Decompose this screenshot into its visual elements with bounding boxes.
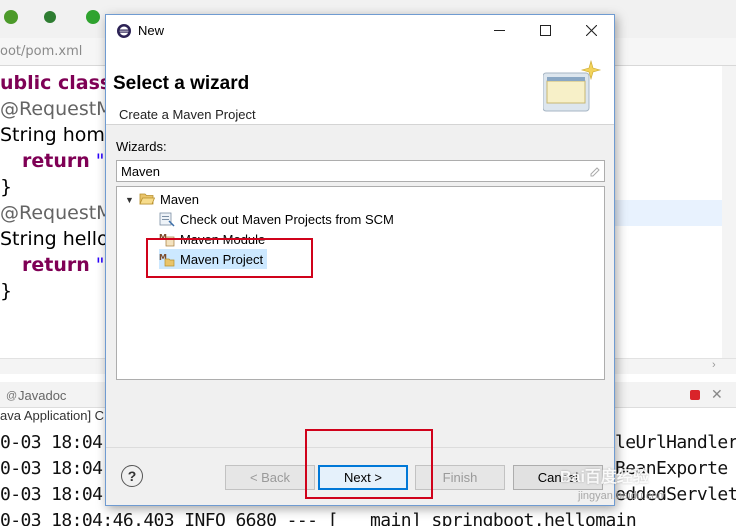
run-icon[interactable] (86, 10, 100, 24)
code-line: } (0, 176, 13, 198)
code-line: @RequestM (0, 98, 113, 120)
current-line-highlight (614, 200, 736, 226)
close-button[interactable] (568, 15, 614, 45)
debug-icon[interactable] (44, 11, 56, 23)
wizard-filter-input[interactable] (116, 160, 605, 182)
back-button[interactable]: < Back (225, 465, 315, 490)
page-subtitle: Create a Maven Project (119, 107, 256, 122)
next-button-highlight-box (305, 429, 433, 499)
checkout-project-icon (159, 212, 175, 227)
remove-launch-icon[interactable]: ✕ (711, 386, 723, 403)
chevron-right-icon[interactable]: › (712, 359, 716, 371)
page-title: Select a wizard (113, 73, 250, 94)
tab-javadoc[interactable]: Javadoc (18, 388, 66, 403)
chevron-down-icon[interactable]: ▼ (125, 195, 134, 205)
wizard-tree[interactable]: ▼ Maven Check out Maven Projects from SC… (116, 186, 605, 380)
editor-vertical-scrollbar[interactable] (722, 66, 736, 366)
wizards-label: Wizards: (116, 139, 167, 154)
close-icon (585, 24, 597, 36)
terminate-icon[interactable] (690, 390, 700, 400)
folder-open-icon (139, 193, 155, 205)
tree-item-checkout-scm[interactable]: Check out Maven Projects from SCM (159, 209, 394, 229)
eclipse-icon (117, 24, 131, 38)
clear-filter-icon[interactable] (589, 165, 601, 177)
dialog-titlebar[interactable]: New (106, 15, 614, 47)
tree-item-label: Maven (160, 191, 200, 207)
help-button[interactable]: ? (121, 465, 143, 487)
tree-item-label: Check out Maven Projects from SCM (180, 211, 394, 227)
javadoc-icon: @ (6, 390, 18, 402)
console-title: ava Application] C: (0, 408, 108, 423)
log-line: main] springboot.hellomain (370, 510, 637, 526)
editor-tab-pom[interactable]: oot/pom.xml (0, 44, 82, 59)
dialog-title: New (138, 23, 165, 38)
maven-project-highlight-box (146, 238, 313, 278)
refresh-icon[interactable] (4, 10, 18, 24)
baidu-watermark-url: jingyan.baidu.com (578, 490, 667, 502)
code-line: return "h (22, 254, 117, 276)
wizard-header: Select a wizard Create a Maven Project (106, 47, 614, 125)
code-line: String home (0, 124, 117, 146)
tree-item-maven-folder[interactable]: Maven (139, 189, 199, 209)
maximize-icon (539, 24, 551, 36)
maximize-button[interactable] (522, 15, 568, 45)
code-line: String hello (0, 228, 109, 250)
new-wizard-banner-icon (543, 59, 602, 112)
minimize-button[interactable] (476, 15, 522, 45)
code-line: } (0, 280, 13, 302)
log-line-fragment: leUrlHandlerM (615, 432, 736, 453)
code-line: @RequestM (0, 202, 113, 224)
log-line: 0-03 18:04:46.403 INFO 6680 --- [ (0, 510, 338, 526)
minimize-icon (493, 29, 505, 31)
baidu-watermark: Bai百度经验 (560, 469, 649, 486)
